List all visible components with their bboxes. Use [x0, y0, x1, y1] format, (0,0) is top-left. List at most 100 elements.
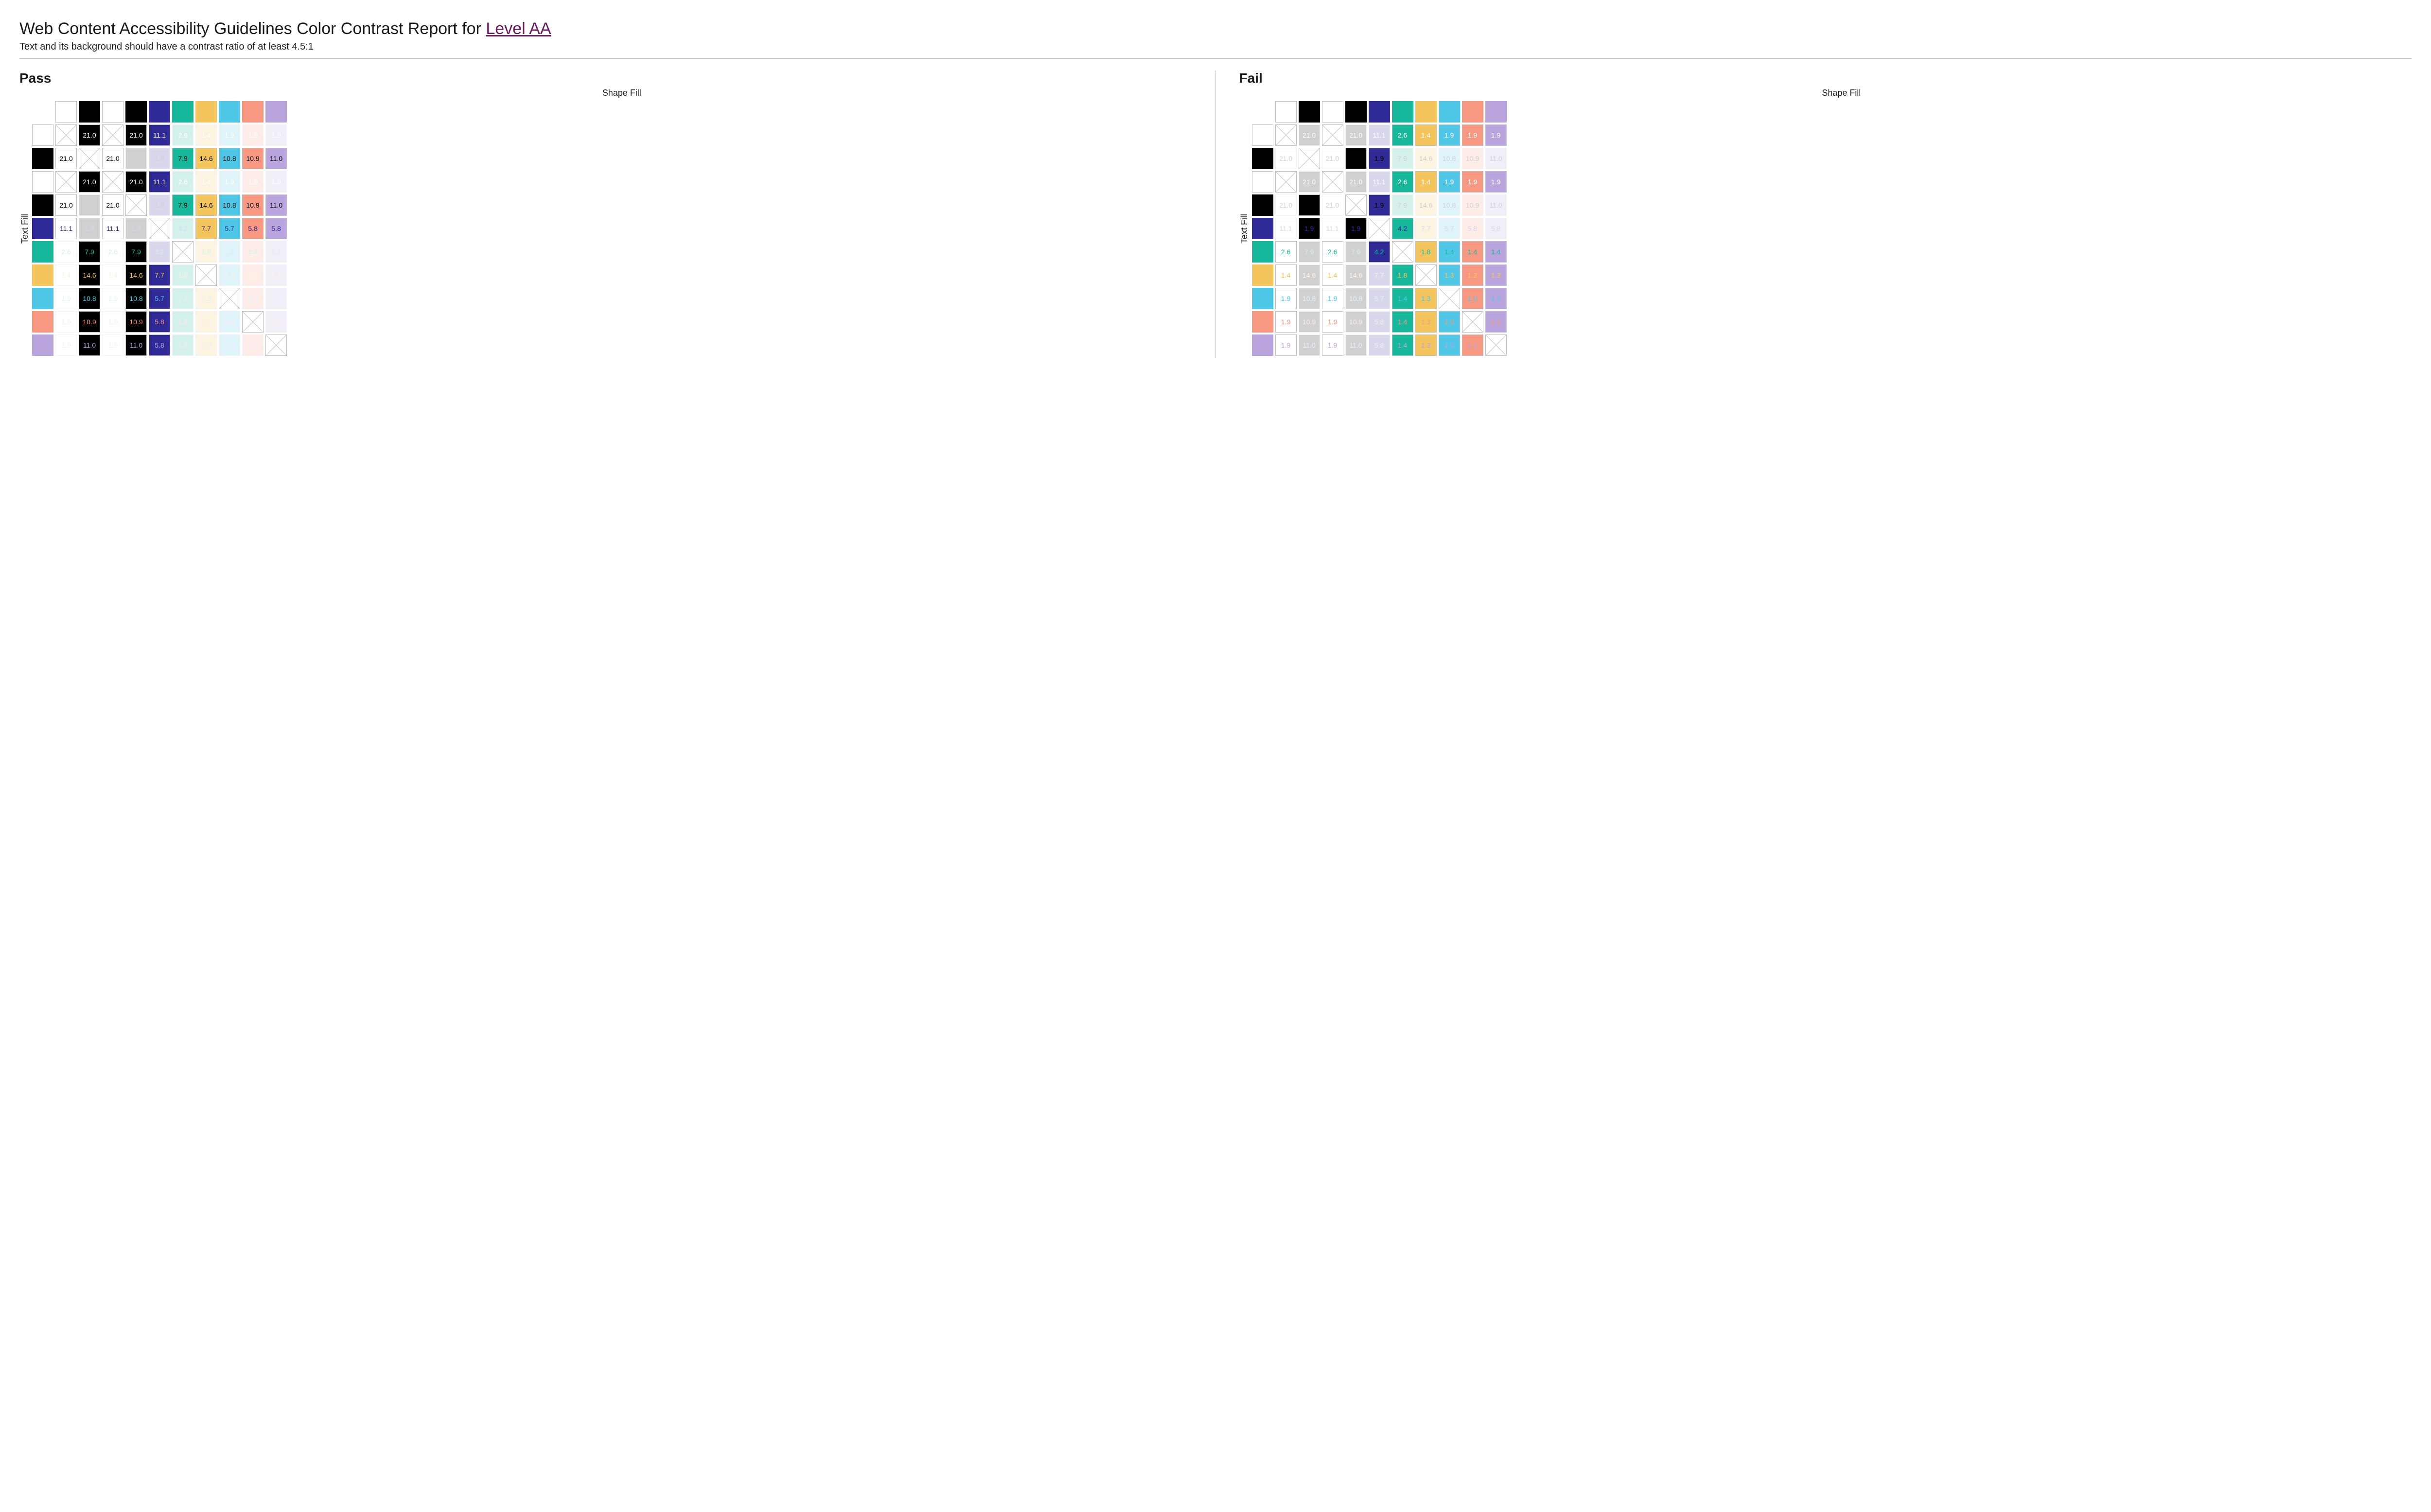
- contrast-cell: [1345, 194, 1367, 216]
- contrast-cell: 1.3: [195, 288, 217, 309]
- contrast-cell: 11.1: [102, 218, 123, 239]
- contrast-cell: 7.9: [1392, 148, 1413, 169]
- contrast-cell: 1.4: [1392, 288, 1413, 309]
- contrast-cell: 14.6: [1415, 194, 1437, 216]
- contrast-cell: [79, 148, 100, 169]
- contrast-cell: 10.8: [1439, 194, 1460, 216]
- contrast-cell: 1.0: [219, 311, 240, 333]
- contrast-cell: 11.0: [79, 334, 100, 356]
- contrast-cell: 11.1: [149, 124, 170, 146]
- col-swatch-black: [1299, 101, 1320, 123]
- row-swatch-salmon: [32, 311, 53, 333]
- row-swatch-lavender: [1252, 334, 1273, 356]
- contrast-cell: 1.9: [149, 148, 170, 169]
- contrast-cell: 1.4: [195, 124, 217, 146]
- contrast-cell: 4.2: [1392, 218, 1413, 239]
- contrast-cell: 5.7: [1369, 288, 1390, 309]
- contrast-cell: 1.8: [195, 241, 217, 263]
- row-swatch-white: [1252, 124, 1273, 146]
- contrast-cell: 1.9: [1345, 218, 1367, 239]
- axis-text-fill: Text Fill: [20, 213, 30, 243]
- contrast-cell: 1.8: [1415, 241, 1437, 263]
- contrast-cell: 5.8: [1369, 334, 1390, 356]
- contrast-cell: 1.0: [1345, 148, 1367, 169]
- contrast-cell: 11.1: [55, 218, 77, 239]
- contrast-cell: [1299, 148, 1320, 169]
- contrast-cell: [172, 241, 194, 263]
- contrast-cell: 21.0: [1345, 124, 1367, 146]
- contrast-cell: 5.8: [149, 311, 170, 333]
- col-swatch-teal: [1392, 101, 1413, 123]
- contrast-cell: 10.8: [1299, 288, 1320, 309]
- contrast-cell: 7.7: [1369, 264, 1390, 286]
- contrast-cell: 7.9: [1392, 194, 1413, 216]
- contrast-cell: 21.0: [102, 148, 123, 169]
- contrast-cell: 21.0: [55, 148, 77, 169]
- contrast-cell: 11.1: [149, 171, 170, 193]
- contrast-cell: 1.3: [219, 264, 240, 286]
- level-link[interactable]: Level AA: [486, 19, 551, 38]
- contrast-cell: 1.9: [125, 218, 147, 239]
- contrast-cell: 1.9: [102, 311, 123, 333]
- row-swatch-black: [32, 148, 53, 169]
- contrast-cell: 1.4: [195, 171, 217, 193]
- row-swatch-white2: [32, 171, 53, 193]
- col-swatch-white: [55, 101, 77, 123]
- title-text: Web Content Accessibility Guidelines Col…: [19, 19, 486, 38]
- contrast-cell: 1.9: [219, 124, 240, 146]
- contrast-cell: 21.0: [125, 124, 147, 146]
- contrast-cell: 7.7: [195, 218, 217, 239]
- fail-panel: Fail Shape Fill Text Fill 21.021.011.12.…: [1216, 70, 2412, 358]
- contrast-cell: 1.8: [1392, 264, 1413, 286]
- contrast-cell: 10.8: [79, 288, 100, 309]
- axis-shape-fill: Shape Fill: [1271, 88, 2412, 98]
- contrast-cell: [1462, 311, 1483, 333]
- contrast-cell: 1.4: [1485, 241, 1507, 263]
- contrast-cell: 14.6: [1345, 264, 1367, 286]
- contrast-cell: [1392, 241, 1413, 263]
- contrast-cell: 5.7: [219, 218, 240, 239]
- row-swatch-sky: [32, 288, 53, 309]
- contrast-cell: 1.0: [1462, 334, 1483, 356]
- contrast-cell: 11.1: [1369, 171, 1390, 193]
- contrast-cell: 14.6: [1299, 264, 1320, 286]
- col-swatch-indigo: [149, 101, 170, 123]
- contrast-cell: 5.8: [149, 334, 170, 356]
- row-swatch-teal: [1252, 241, 1273, 263]
- contrast-cell: 1.9: [242, 171, 264, 193]
- row-swatch-white2: [1252, 171, 1273, 193]
- contrast-cell: 2.6: [1322, 241, 1343, 263]
- subtitle: Text and its background should have a co…: [19, 41, 2412, 53]
- col-swatch-black2: [125, 101, 147, 123]
- contrast-cell: 2.6: [172, 124, 194, 146]
- contrast-cell: 1.0: [1462, 288, 1483, 309]
- contrast-cell: 1.3: [1439, 264, 1460, 286]
- contrast-cell: 7.9: [125, 241, 147, 263]
- contrast-cell: [55, 171, 77, 193]
- contrast-cell: 11.0: [125, 334, 147, 356]
- contrast-cell: 2.6: [172, 171, 194, 193]
- contrast-cell: 11.0: [1485, 148, 1507, 169]
- contrast-cell: 11.0: [1345, 334, 1367, 356]
- contrast-cell: [242, 311, 264, 333]
- row-swatch-black2: [1252, 194, 1273, 216]
- col-swatch-indigo: [1369, 101, 1390, 123]
- contrast-cell: 7.7: [149, 264, 170, 286]
- row-swatch-indigo: [1252, 218, 1273, 239]
- contrast-cell: 10.8: [219, 148, 240, 169]
- contrast-cell: 1.0: [1485, 311, 1507, 333]
- row-swatch-indigo: [32, 218, 53, 239]
- pass-heading: Pass: [19, 70, 1192, 86]
- contrast-cell: 1.9: [265, 124, 287, 146]
- col-swatch-black2: [1345, 101, 1367, 123]
- contrast-cell: 1.9: [219, 171, 240, 193]
- contrast-cell: 10.9: [1345, 311, 1367, 333]
- contrast-cell: 1.9: [1299, 218, 1320, 239]
- contrast-cell: 1.3: [1462, 264, 1483, 286]
- contrast-cell: 1.4: [172, 288, 194, 309]
- contrast-cell: 21.0: [1322, 194, 1343, 216]
- contrast-cell: 1.4: [1462, 241, 1483, 263]
- col-swatch-black: [79, 101, 100, 123]
- contrast-cell: 10.8: [1345, 288, 1367, 309]
- row-swatch-salmon: [1252, 311, 1273, 333]
